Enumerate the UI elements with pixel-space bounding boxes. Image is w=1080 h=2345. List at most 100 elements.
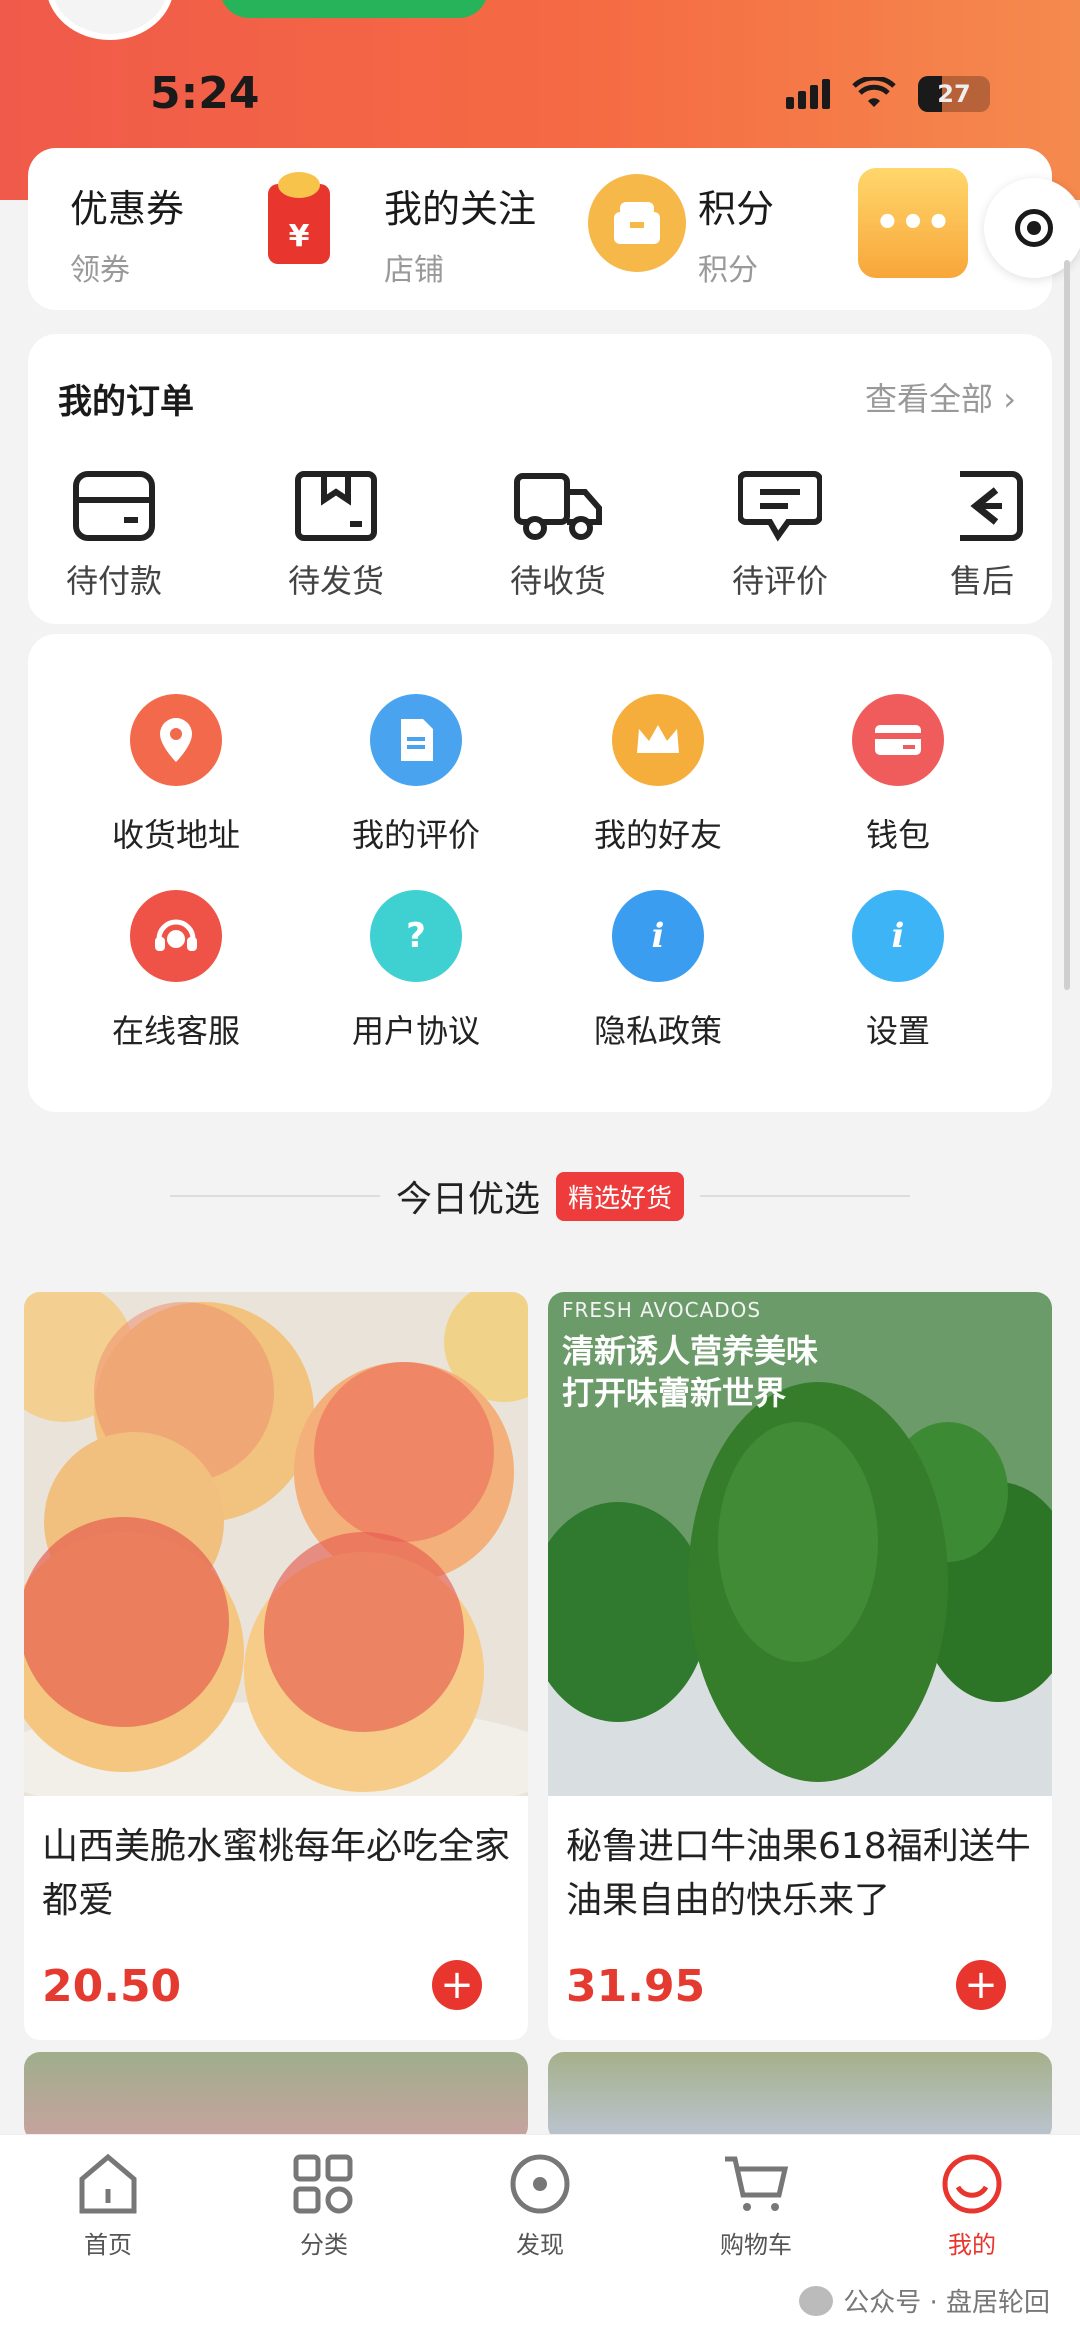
- caption-small: FRESH AVOCADOS: [562, 1298, 762, 1322]
- tab-label: 首页: [84, 2231, 132, 2259]
- caption-line-2: 打开味蕾新世界: [562, 1374, 787, 1412]
- smile-face-icon: [942, 2154, 1002, 2214]
- document-icon: [370, 694, 462, 786]
- service-privacy-policy[interactable]: i 隐私政策: [548, 890, 768, 1052]
- order-label: 待付款: [65, 562, 162, 600]
- service-label: 在线客服: [111, 1012, 240, 1050]
- member-pill[interactable]: [220, 0, 488, 18]
- tab-category[interactable]: 分类: [264, 2153, 384, 2260]
- service-settings[interactable]: i 设置: [788, 890, 1008, 1052]
- product-image-avocados[interactable]: FRESH AVOCADOS 清新诱人营养美味 打开味蕾新世界: [548, 1292, 1052, 1796]
- coupon-title: 优惠券: [70, 187, 185, 231]
- service-label: 设置: [865, 1012, 930, 1050]
- caption-line-1: 清新诱人营养美味: [562, 1332, 819, 1370]
- package-icon: [295, 471, 377, 541]
- service-my-reviews[interactable]: 我的评价: [306, 694, 526, 856]
- add-to-cart-button[interactable]: +: [432, 1960, 482, 2010]
- product-image-peaches[interactable]: [24, 1292, 528, 1796]
- service-wallet[interactable]: 钱包: [788, 694, 1008, 856]
- add-to-cart-button[interactable]: +: [956, 1960, 1006, 2010]
- question-icon: ?: [370, 890, 462, 982]
- cart-icon: [725, 2156, 789, 2211]
- product-image[interactable]: [24, 2052, 528, 2142]
- services-card: 收货地址 我的评价 我的好友 钱包 在线客服 ? 用户协议 i 隐私政策 i 设…: [28, 634, 1052, 1112]
- follow-sub: 店铺: [384, 253, 444, 288]
- order-pending-payment[interactable]: 待付款: [44, 470, 184, 602]
- battery-icon: 27: [918, 76, 990, 112]
- status-icons: 27: [786, 76, 990, 112]
- tab-home[interactable]: 首页: [48, 2153, 168, 2260]
- service-user-agreement[interactable]: ? 用户协议: [306, 890, 526, 1052]
- status-time: 5:24: [150, 68, 260, 119]
- product-card[interactable]: 山西美脆水蜜桃每年必吃全家都爱 20.50 +: [24, 1292, 528, 2040]
- order-pending-shipment[interactable]: 待发货: [266, 470, 406, 602]
- product-price: 31.95: [566, 1961, 706, 2012]
- watermark: 公众号 · 盘居轮回: [799, 2282, 1050, 2319]
- product-card[interactable]: FRESH AVOCADOS 清新诱人营养美味 打开味蕾新世界 秘鲁进口牛油果6…: [548, 1292, 1052, 2040]
- location-icon: [130, 694, 222, 786]
- tab-label: 我的: [948, 2231, 996, 2259]
- crown-icon: [612, 694, 704, 786]
- quick-links-card: 优惠券 领券 ¥ 我的关注 店铺 积分 积分 •••: [28, 148, 1080, 310]
- wechat-icon: [799, 2285, 834, 2316]
- coupon-icon[interactable]: ¥: [268, 172, 330, 264]
- home-icon: [79, 2153, 137, 2214]
- return-icon: [960, 471, 1023, 541]
- follow-entry[interactable]: 我的关注 店铺: [384, 178, 536, 289]
- divider: [700, 1195, 911, 1197]
- orders-title: 我的订单: [58, 382, 194, 422]
- comment-icon: [738, 471, 822, 542]
- order-label: 待发货: [287, 562, 384, 600]
- view-all-orders-link[interactable]: 查看全部 ›: [865, 374, 1016, 420]
- service-label: 隐私政策: [593, 1012, 722, 1050]
- wallet-icon: [73, 471, 155, 541]
- points-entry[interactable]: 积分 积分: [698, 178, 774, 289]
- service-label: 收货地址: [111, 816, 240, 854]
- scrollbar[interactable]: [1064, 260, 1070, 990]
- battery-level: 27: [937, 80, 971, 108]
- product-image[interactable]: [548, 2052, 1052, 2142]
- points-sub: 积分: [698, 253, 758, 288]
- service-online-support[interactable]: 在线客服: [66, 890, 286, 1052]
- service-my-friends[interactable]: 我的好友: [548, 694, 768, 856]
- service-address[interactable]: 收货地址: [66, 694, 286, 856]
- section-title: 今日优选: [395, 1179, 540, 1220]
- compass-icon: [510, 2154, 570, 2214]
- tab-cart[interactable]: 购物车: [696, 2153, 816, 2260]
- order-label: 售后: [949, 562, 1014, 600]
- product-name: 秘鲁进口牛油果618福利送牛油果自由的快乐来了: [566, 1826, 1031, 1921]
- order-label: 待收货: [509, 562, 606, 600]
- watermark-text: 公众号 · 盘居轮回: [843, 2288, 1050, 2318]
- points-title: 积分: [698, 187, 775, 231]
- product-price: 20.50: [42, 1961, 182, 2012]
- tab-label: 发现: [516, 2231, 564, 2259]
- section-badge: 精选好货: [556, 1171, 685, 1221]
- service-label: 我的好友: [593, 816, 722, 854]
- tab-label: 分类: [300, 2231, 348, 2259]
- tab-discover[interactable]: 发现: [480, 2153, 600, 2260]
- coupon-sub: 领券: [70, 253, 130, 288]
- service-label: 钱包: [865, 816, 930, 854]
- product-name: 山西美脆水蜜桃每年必吃全家都爱: [42, 1826, 511, 1921]
- order-after-sales[interactable]: 售后: [912, 470, 1052, 602]
- wifi-icon: [852, 77, 896, 107]
- follow-title: 我的关注: [384, 187, 537, 231]
- truck-icon: [514, 473, 602, 540]
- coupon-entry[interactable]: 优惠券 领券: [70, 178, 184, 289]
- signal-icon: [786, 79, 830, 109]
- info-icon: i: [852, 890, 944, 982]
- tab-mine[interactable]: 我的: [912, 2153, 1032, 2260]
- card-icon: [852, 694, 944, 786]
- product-card[interactable]: [24, 2052, 528, 2142]
- service-label: 我的评价: [351, 816, 480, 854]
- order-pending-receipt[interactable]: 待收货: [488, 470, 628, 602]
- order-label: 待评价: [731, 562, 828, 600]
- section-header: 今日优选 精选好货: [0, 1170, 1080, 1222]
- store-icon[interactable]: [588, 174, 686, 272]
- product-card[interactable]: [548, 2052, 1052, 2142]
- grid-icon: [293, 2154, 353, 2214]
- order-pending-review[interactable]: 待评价: [710, 470, 850, 602]
- tab-label: 购物车: [720, 2231, 792, 2259]
- gift-box-icon[interactable]: •••: [858, 168, 968, 278]
- headset-icon: [130, 890, 222, 982]
